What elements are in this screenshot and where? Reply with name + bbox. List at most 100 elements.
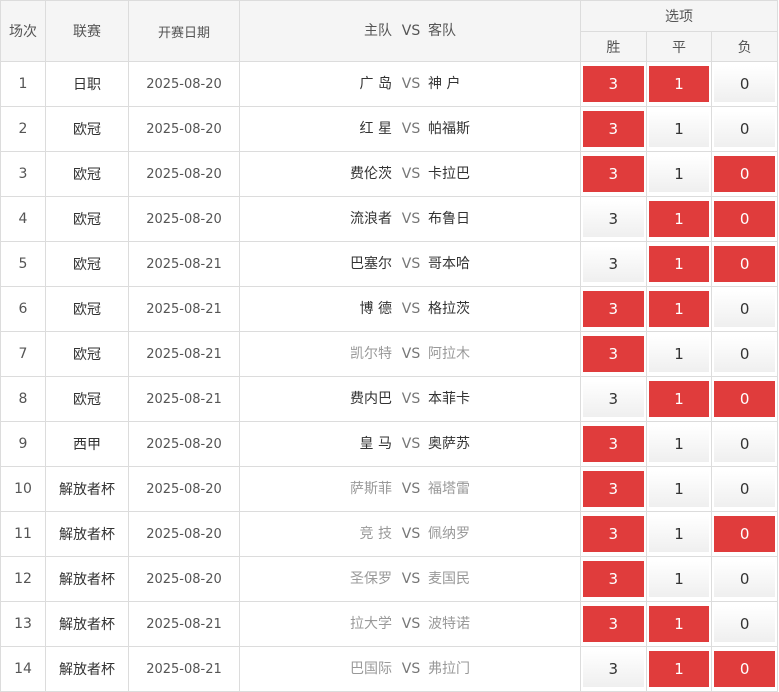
league-name: 欧冠 <box>45 286 129 332</box>
option-cell: 1 <box>645 61 713 107</box>
option-cell: 3 <box>580 646 647 692</box>
vs-label: VS <box>401 391 421 407</box>
option-lose-button[interactable]: 0 <box>714 201 775 237</box>
option-lose-button[interactable]: 0 <box>714 156 775 192</box>
option-draw-button[interactable]: 1 <box>648 246 710 282</box>
home-team: 红 星 <box>359 121 392 137</box>
option-cell: 0 <box>711 511 778 557</box>
league-name: 西甲 <box>45 421 129 467</box>
option-draw-button[interactable]: 1 <box>648 651 710 687</box>
option-cell: 3 <box>580 241 647 287</box>
option-lose-button[interactable]: 0 <box>714 426 775 462</box>
option-cell: 0 <box>711 556 778 602</box>
option-draw-button[interactable]: 1 <box>648 561 710 597</box>
option-win-button[interactable]: 3 <box>583 291 644 327</box>
option-draw-button[interactable]: 1 <box>648 201 710 237</box>
match-teams: 广 岛 VS 神 户 <box>239 61 581 107</box>
away-team: 卡拉巴 <box>428 166 470 182</box>
option-draw-button[interactable]: 1 <box>648 66 710 102</box>
home-team: 巴国际 <box>350 661 392 677</box>
option-win-button[interactable]: 3 <box>583 156 644 192</box>
vs-label: VS <box>401 436 421 452</box>
match-date: 2025-08-20 <box>128 511 240 557</box>
option-lose-button[interactable]: 0 <box>714 291 775 327</box>
option-win-button[interactable]: 3 <box>583 201 644 237</box>
option-draw-button[interactable]: 1 <box>648 426 710 462</box>
vs-label: VS <box>401 481 421 497</box>
option-win-button[interactable]: 3 <box>583 471 644 507</box>
option-win-button[interactable]: 3 <box>583 381 644 417</box>
option-lose-button[interactable]: 0 <box>714 516 775 552</box>
option-draw-button[interactable]: 1 <box>648 606 710 642</box>
option-cell: 3 <box>580 196 647 242</box>
option-draw-button[interactable]: 1 <box>648 516 710 552</box>
option-draw-button[interactable]: 1 <box>648 381 710 417</box>
option-cell: 1 <box>645 286 713 332</box>
option-lose-button[interactable]: 0 <box>714 66 775 102</box>
away-team: 本菲卡 <box>428 391 470 407</box>
option-cell: 0 <box>711 421 778 467</box>
away-team: 格拉茨 <box>428 301 470 317</box>
header-opt-win: 胜 <box>580 31 647 62</box>
match-no: 2 <box>0 106 46 152</box>
match-date: 2025-08-20 <box>128 61 240 107</box>
vs-label: VS <box>401 571 421 587</box>
option-cell: 1 <box>645 511 713 557</box>
league-name: 欧冠 <box>45 331 129 377</box>
option-win-button[interactable]: 3 <box>583 426 644 462</box>
home-team: 凯尔特 <box>350 346 392 362</box>
match-teams: 流浪者 VS 布鲁日 <box>239 196 581 242</box>
table-row: 6 欧冠 2025-08-21 博 德 VS 格拉茨 3 1 0 <box>0 286 778 332</box>
table-row: 10 解放者杯 2025-08-20 萨斯菲 VS 福塔雷 3 1 0 <box>0 466 778 512</box>
table-row: 5 欧冠 2025-08-21 巴塞尔 VS 哥本哈 3 1 0 <box>0 241 778 287</box>
option-cell: 1 <box>645 601 713 647</box>
vs-label: VS <box>401 76 421 92</box>
league-name: 解放者杯 <box>45 646 129 692</box>
vs-label: VS <box>401 346 421 362</box>
option-cell: 0 <box>711 646 778 692</box>
match-date: 2025-08-20 <box>128 151 240 197</box>
option-lose-button[interactable]: 0 <box>714 111 775 147</box>
vs-label: VS <box>401 211 421 227</box>
option-win-button[interactable]: 3 <box>583 246 644 282</box>
vs-label: VS <box>401 166 421 182</box>
option-cell: 3 <box>580 331 647 377</box>
away-team: 布鲁日 <box>428 211 470 227</box>
away-team: 阿拉木 <box>428 346 470 362</box>
option-lose-button[interactable]: 0 <box>714 381 775 417</box>
option-lose-button[interactable]: 0 <box>714 561 775 597</box>
home-team: 萨斯菲 <box>350 481 392 497</box>
header-opt-draw: 平 <box>645 31 713 62</box>
option-win-button[interactable]: 3 <box>583 561 644 597</box>
option-lose-button[interactable]: 0 <box>714 246 775 282</box>
option-win-button[interactable]: 3 <box>583 336 644 372</box>
match-teams: 圣保罗 VS 麦国民 <box>239 556 581 602</box>
league-name: 欧冠 <box>45 376 129 422</box>
match-teams: 博 德 VS 格拉茨 <box>239 286 581 332</box>
league-name: 欧冠 <box>45 241 129 287</box>
home-team: 皇 马 <box>359 436 392 452</box>
option-draw-button[interactable]: 1 <box>648 291 710 327</box>
option-win-button[interactable]: 3 <box>583 66 644 102</box>
home-team: 圣保罗 <box>350 571 392 587</box>
option-win-button[interactable]: 3 <box>583 516 644 552</box>
match-no: 6 <box>0 286 46 332</box>
option-draw-button[interactable]: 1 <box>648 471 710 507</box>
option-draw-button[interactable]: 1 <box>648 156 710 192</box>
option-draw-button[interactable]: 1 <box>648 111 710 147</box>
away-team: 神 户 <box>428 76 461 92</box>
option-lose-button[interactable]: 0 <box>714 336 775 372</box>
option-lose-button[interactable]: 0 <box>714 651 775 687</box>
match-teams: 皇 马 VS 奥萨苏 <box>239 421 581 467</box>
option-lose-button[interactable]: 0 <box>714 471 775 507</box>
match-date: 2025-08-21 <box>128 331 240 377</box>
match-no: 14 <box>0 646 46 692</box>
option-lose-button[interactable]: 0 <box>714 606 775 642</box>
option-win-button[interactable]: 3 <box>583 651 644 687</box>
option-draw-button[interactable]: 1 <box>648 336 710 372</box>
match-date: 2025-08-20 <box>128 421 240 467</box>
league-name: 解放者杯 <box>45 601 129 647</box>
option-win-button[interactable]: 3 <box>583 606 644 642</box>
match-no: 7 <box>0 331 46 377</box>
option-win-button[interactable]: 3 <box>583 111 644 147</box>
